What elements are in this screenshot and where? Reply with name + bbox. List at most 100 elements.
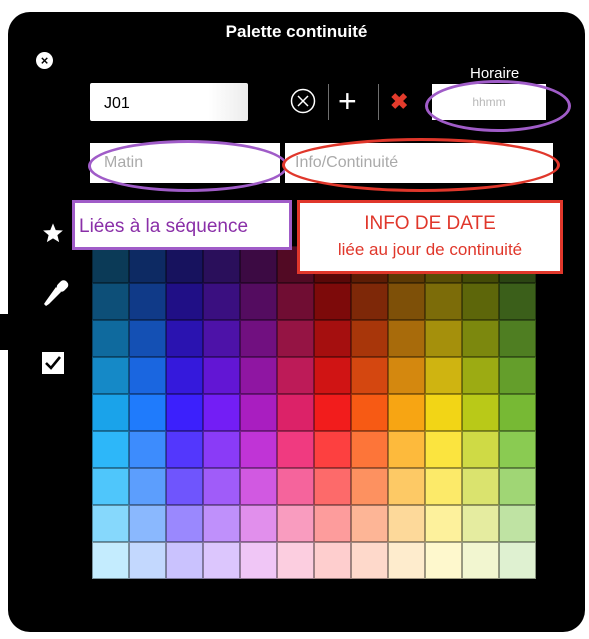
color-swatch[interactable] xyxy=(499,320,536,357)
color-swatch[interactable] xyxy=(499,505,536,542)
color-swatch[interactable] xyxy=(129,468,166,505)
color-swatch[interactable] xyxy=(203,320,240,357)
color-swatch[interactable] xyxy=(425,320,462,357)
color-swatch[interactable] xyxy=(499,542,536,579)
color-swatch[interactable] xyxy=(499,394,536,431)
color-swatch[interactable] xyxy=(314,431,351,468)
color-swatch[interactable] xyxy=(351,468,388,505)
color-swatch[interactable] xyxy=(314,357,351,394)
color-swatch[interactable] xyxy=(166,283,203,320)
color-swatch[interactable] xyxy=(166,357,203,394)
color-swatch[interactable] xyxy=(277,505,314,542)
color-swatch[interactable] xyxy=(462,431,499,468)
color-swatch[interactable] xyxy=(277,283,314,320)
color-swatch[interactable] xyxy=(462,320,499,357)
color-swatch[interactable] xyxy=(92,542,129,579)
color-swatch[interactable] xyxy=(203,468,240,505)
color-swatch[interactable] xyxy=(499,431,536,468)
color-swatch[interactable] xyxy=(166,320,203,357)
color-swatch[interactable] xyxy=(351,357,388,394)
color-swatch[interactable] xyxy=(129,394,166,431)
color-swatch[interactable] xyxy=(240,542,277,579)
color-swatch[interactable] xyxy=(92,505,129,542)
color-swatch[interactable] xyxy=(203,431,240,468)
color-swatch[interactable] xyxy=(166,505,203,542)
checkbox-icon[interactable] xyxy=(42,352,64,374)
color-swatch[interactable] xyxy=(388,283,425,320)
color-swatch[interactable] xyxy=(203,246,240,283)
color-swatch[interactable] xyxy=(499,357,536,394)
color-swatch[interactable] xyxy=(166,394,203,431)
color-swatch[interactable] xyxy=(129,542,166,579)
color-swatch[interactable] xyxy=(129,246,166,283)
color-swatch[interactable] xyxy=(351,431,388,468)
color-swatch[interactable] xyxy=(240,357,277,394)
color-swatch[interactable] xyxy=(240,431,277,468)
color-swatch[interactable] xyxy=(240,320,277,357)
color-swatch[interactable] xyxy=(314,320,351,357)
color-swatch[interactable] xyxy=(240,246,277,283)
color-swatch[interactable] xyxy=(351,320,388,357)
color-swatch[interactable] xyxy=(277,394,314,431)
plus-icon[interactable]: + xyxy=(338,85,357,117)
color-swatch[interactable] xyxy=(92,431,129,468)
red-x-icon[interactable]: ✖ xyxy=(390,89,408,115)
color-swatch[interactable] xyxy=(203,542,240,579)
color-swatch[interactable] xyxy=(240,505,277,542)
color-swatch[interactable] xyxy=(166,468,203,505)
color-swatch[interactable] xyxy=(388,431,425,468)
color-swatch[interactable] xyxy=(388,505,425,542)
color-swatch[interactable] xyxy=(203,394,240,431)
eyedropper-icon[interactable] xyxy=(42,278,70,308)
color-swatch[interactable] xyxy=(314,542,351,579)
color-swatch[interactable] xyxy=(240,468,277,505)
color-swatch[interactable] xyxy=(129,505,166,542)
color-swatch[interactable] xyxy=(129,357,166,394)
color-swatch[interactable] xyxy=(314,505,351,542)
color-swatch[interactable] xyxy=(425,394,462,431)
color-swatch[interactable] xyxy=(203,505,240,542)
color-swatch[interactable] xyxy=(277,542,314,579)
star-icon[interactable] xyxy=(42,222,64,244)
color-swatch[interactable] xyxy=(92,283,129,320)
color-swatch[interactable] xyxy=(166,431,203,468)
color-swatch[interactable] xyxy=(314,468,351,505)
color-swatch[interactable] xyxy=(462,283,499,320)
color-swatch[interactable] xyxy=(425,357,462,394)
day-field[interactable]: J01 xyxy=(90,83,248,121)
color-swatch[interactable] xyxy=(203,283,240,320)
color-swatch[interactable] xyxy=(351,394,388,431)
color-swatch[interactable] xyxy=(129,431,166,468)
color-swatch[interactable] xyxy=(462,542,499,579)
color-swatch[interactable] xyxy=(240,394,277,431)
color-swatch[interactable] xyxy=(425,283,462,320)
color-swatch[interactable] xyxy=(166,542,203,579)
color-swatch[interactable] xyxy=(129,320,166,357)
color-swatch[interactable] xyxy=(499,468,536,505)
color-swatch[interactable] xyxy=(277,320,314,357)
close-icon[interactable]: × xyxy=(36,52,53,69)
color-swatch[interactable] xyxy=(240,283,277,320)
color-swatch[interactable] xyxy=(92,246,129,283)
color-swatch[interactable] xyxy=(314,394,351,431)
color-swatch[interactable] xyxy=(314,283,351,320)
color-swatch[interactable] xyxy=(277,468,314,505)
color-swatch[interactable] xyxy=(92,468,129,505)
color-swatch[interactable] xyxy=(351,283,388,320)
color-swatch[interactable] xyxy=(388,542,425,579)
color-swatch[interactable] xyxy=(277,357,314,394)
color-swatch[interactable] xyxy=(92,357,129,394)
color-swatch[interactable] xyxy=(351,542,388,579)
color-swatch[interactable] xyxy=(499,283,536,320)
color-swatch[interactable] xyxy=(462,505,499,542)
circle-x-icon[interactable] xyxy=(290,88,316,114)
color-swatch[interactable] xyxy=(166,246,203,283)
color-swatch[interactable] xyxy=(129,283,166,320)
color-swatch[interactable] xyxy=(277,431,314,468)
color-swatch[interactable] xyxy=(388,357,425,394)
color-swatch[interactable] xyxy=(462,468,499,505)
color-swatch[interactable] xyxy=(92,320,129,357)
color-swatch[interactable] xyxy=(388,468,425,505)
color-swatch[interactable] xyxy=(425,542,462,579)
color-swatch[interactable] xyxy=(425,468,462,505)
